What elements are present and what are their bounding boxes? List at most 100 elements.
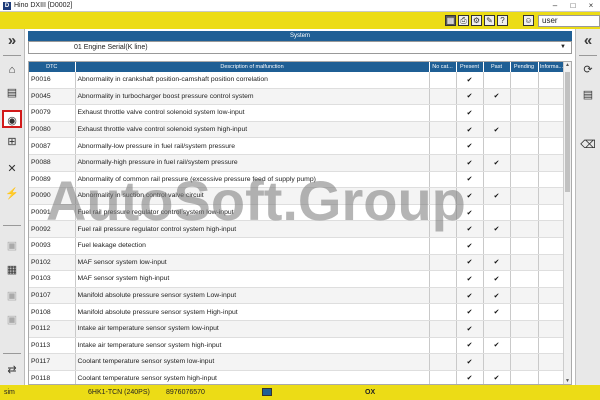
present-cell: ✔ <box>456 88 484 106</box>
table-row[interactable]: P0016 Abnormality in crankshaft position-… <box>29 72 566 89</box>
information-cell <box>538 287 566 305</box>
document-icon[interactable]: ▤ <box>578 86 598 104</box>
check-icon: ✔ <box>493 275 500 283</box>
present-cell: ✔ <box>456 237 484 255</box>
dtc-code: P0118 <box>29 370 76 384</box>
lock-icon[interactable]: ▣ <box>2 311 22 329</box>
expand-chevron-icon[interactable]: » <box>2 32 22 50</box>
table-row[interactable]: P0093 Fuel leakage detection ✔ <box>29 237 566 255</box>
table-row[interactable]: P0091 Fuel rail pressure regulator contro… <box>29 204 566 222</box>
system-select[interactable]: 01 Engine Serial(K line) ▼ <box>28 41 572 54</box>
table-row[interactable]: P0102 MAF sensor system low-input ✔ ✔ <box>29 254 566 272</box>
scroll-down-icon[interactable]: ▼ <box>564 378 571 384</box>
edit-icon[interactable]: ✎ <box>484 15 495 26</box>
left-sidebar: » ⌂ ▤ ◉ ⊞ ✕ ⚡ ▣ ▦ ▣ ▣ ⇄ <box>0 29 25 385</box>
help-icon[interactable]: ? <box>497 15 508 26</box>
column-header[interactable]: No cat... <box>429 62 457 72</box>
table-row[interactable]: P0088 Abnormally-high pressure in fuel ra… <box>29 154 566 172</box>
table-row[interactable]: P0112 Intake air temperature sensor syste… <box>29 320 566 338</box>
minimize-button[interactable]: – <box>546 0 564 11</box>
user-icon[interactable]: ☺ <box>523 15 534 26</box>
pending-cell <box>510 337 539 355</box>
information-cell <box>538 88 566 106</box>
dtc-description: Fuel rail pressure regulator control sys… <box>75 220 430 238</box>
pending-cell <box>510 320 539 338</box>
dtc-icon[interactable]: ◉ <box>2 110 22 128</box>
gear-icon[interactable]: ⚙ <box>471 15 482 26</box>
no-category-cell <box>429 204 457 222</box>
dtc-description: Abnormality of common rail pressure (exc… <box>75 171 430 189</box>
divider <box>579 55 597 56</box>
scroll-thumb[interactable] <box>565 72 570 192</box>
module-icon[interactable]: ▣ <box>2 237 22 255</box>
present-cell: ✔ <box>456 254 484 272</box>
pending-cell <box>510 270 539 288</box>
table-row[interactable]: P0092 Fuel rail pressure regulator contro… <box>29 220 566 238</box>
table-row[interactable]: P0087 Abnormally-low pressure in fuel rai… <box>29 137 566 155</box>
divider <box>3 225 21 226</box>
dtc-code: P0113 <box>29 337 76 355</box>
information-cell <box>538 370 566 384</box>
table-row[interactable]: P0079 Exhaust throttle valve control sole… <box>29 104 566 122</box>
table-row[interactable]: P0090 Abnormality in suction control valv… <box>29 187 566 205</box>
table-row[interactable]: P0108 Manifold absolute pressure sensor s… <box>29 303 566 321</box>
table-row[interactable]: P0045 Abnormality in turbocharger boost p… <box>29 88 566 106</box>
calculator-icon[interactable]: ▦ <box>2 261 22 279</box>
refresh-icon[interactable]: ⟳ <box>578 61 598 79</box>
tools-icon[interactable]: ✕ <box>2 160 22 178</box>
past-cell: ✔ <box>483 88 511 106</box>
system-header: System <box>28 31 572 41</box>
check-icon: ✔ <box>493 159 500 167</box>
flash-icon[interactable]: ⚡ <box>2 185 22 203</box>
no-category-cell <box>429 337 457 355</box>
collapse-chevron-icon[interactable]: « <box>578 32 598 50</box>
dtc-description: Fuel leakage detection <box>75 237 430 255</box>
close-button[interactable]: × <box>582 0 600 11</box>
column-header[interactable]: DTC <box>29 62 76 72</box>
table-row[interactable]: P0113 Intake air temperature sensor syste… <box>29 337 566 355</box>
check-icon: ✔ <box>466 342 473 350</box>
pending-cell <box>510 237 539 255</box>
connection-icon[interactable]: ⇄ <box>2 361 22 379</box>
title-bar: D Hino DXIII [D0002] – □ × <box>0 0 600 12</box>
present-cell: ✔ <box>456 370 484 384</box>
column-header[interactable]: Present <box>456 62 484 72</box>
present-cell: ✔ <box>456 353 484 371</box>
user-field[interactable]: user <box>538 15 600 27</box>
can-icon[interactable]: ⊞ <box>2 133 22 151</box>
column-header[interactable]: Pending <box>510 62 539 72</box>
present-cell: ✔ <box>456 72 484 89</box>
dtc-description: Abnormality in crankshaft position-camsh… <box>75 72 430 89</box>
dropdown-arrow-icon[interactable]: ▼ <box>560 42 566 53</box>
grid-view-icon[interactable]: ▦ <box>445 15 456 26</box>
maximize-button[interactable]: □ <box>564 0 582 11</box>
present-cell: ✔ <box>456 171 484 189</box>
vertical-scrollbar[interactable]: ▲ ▼ <box>563 62 571 384</box>
column-header[interactable]: Informa... <box>538 62 566 72</box>
table-row[interactable]: P0118 Coolant temperature sensor system h… <box>29 370 566 384</box>
information-cell <box>538 337 566 355</box>
table-header-row: DTC Description of malfunction No cat... Pr… <box>29 62 566 72</box>
print-icon[interactable]: ⎙ <box>458 15 469 26</box>
box-icon[interactable]: ▣ <box>2 287 22 305</box>
column-header[interactable]: Description of malfunction <box>75 62 430 72</box>
pending-cell <box>510 171 539 189</box>
table-row[interactable]: P0103 MAF sensor system high-input ✔ ✔ <box>29 270 566 288</box>
scroll-up-icon[interactable]: ▲ <box>564 62 571 68</box>
dtc-code: P0016 <box>29 72 76 89</box>
column-header[interactable]: Past <box>483 62 511 72</box>
table-row[interactable]: P0107 Manifold absolute pressure sensor s… <box>29 287 566 305</box>
present-cell: ✔ <box>456 204 484 222</box>
table-row[interactable]: P0080 Exhaust throttle valve control sole… <box>29 121 566 139</box>
table-row[interactable]: P0089 Abnormality of common rail pressure… <box>29 171 566 189</box>
system-info-icon[interactable]: ▤ <box>2 84 22 102</box>
table-row[interactable]: P0117 Coolant temperature sensor system l… <box>29 353 566 371</box>
pending-cell <box>510 154 539 172</box>
pending-cell <box>510 187 539 205</box>
dtc-code: P0103 <box>29 270 76 288</box>
erase-icon[interactable]: ⌫ <box>578 136 598 154</box>
home-icon[interactable]: ⌂ <box>2 61 22 79</box>
past-cell <box>483 353 511 371</box>
check-icon: ✔ <box>466 292 473 300</box>
past-cell <box>483 204 511 222</box>
